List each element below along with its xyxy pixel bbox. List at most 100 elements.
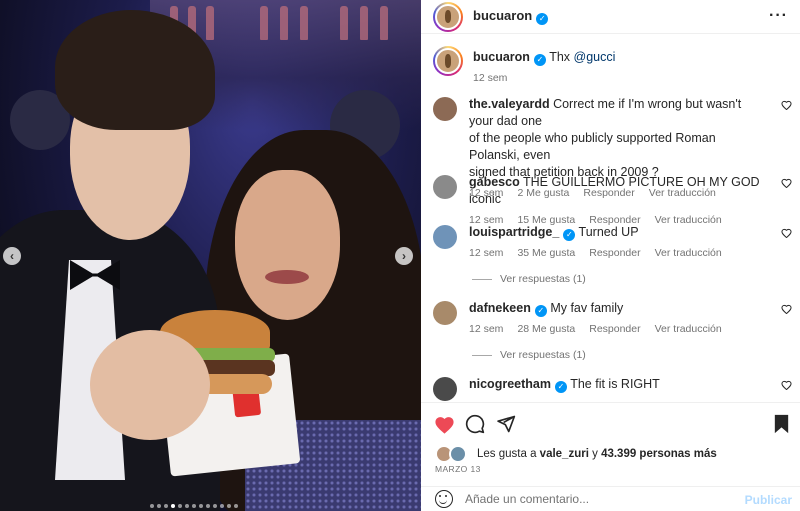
comment-text: of the people who publicly supported Rom… [469,131,716,162]
comment-timestamp: 12 sem [469,247,504,259]
avatar [449,445,467,463]
comment-meta: 12 sem 35 Me gusta Responder Ver traducción [469,247,769,259]
carousel-next-button[interactable]: › [395,247,413,265]
commenter-avatar[interactable] [433,175,457,199]
carousel-dot [220,504,224,508]
bottle [380,6,388,40]
chevron-left-icon: ‹ [10,249,14,263]
comment-meta: 12 sem 28 Me gusta Responder Ver traducción [469,323,769,335]
carousel-dot [192,504,196,508]
bookmark-filled-icon [774,414,788,434]
share-button[interactable] [495,413,517,435]
speech-bubble-icon [465,414,485,434]
carousel-dot [213,504,217,508]
comment-like-heart-icon[interactable] [781,304,793,316]
verified-badge-icon: ✓ [536,13,549,25]
comment-body: gabesco THE GUILLERMO PICTURE OH MY GOD … [469,174,769,226]
caption-mention-link[interactable]: @gucci [574,50,616,64]
comment-likes-link[interactable]: 28 Me gusta [517,323,575,335]
comment-timestamp: 12 sem [469,323,504,335]
view-replies-label: Ver respuestas (1) [500,273,586,285]
author-username[interactable]: bucuaron ✓ [473,8,549,25]
avatar-image [435,3,461,30]
commenter-username[interactable]: louispartridge_ [469,225,559,239]
woman-lips [265,270,309,284]
carousel-dot [206,504,210,508]
bottle [280,6,288,40]
emoji-smile-icon[interactable] [435,490,453,508]
verified-badge-icon: ✓ [534,305,547,317]
bottle [360,6,368,40]
comment-text: Turned UP [578,225,639,239]
likes-count-link[interactable]: 43.399 personas más [601,448,717,460]
likes-connector: y [592,448,598,460]
verified-badge-icon: ✓ [533,54,546,66]
man-hair [55,10,215,130]
comment-body: louispartridge_ ✓ Turned UP 12 sem 35 Me gu… [469,224,769,285]
comment-likes-link[interactable]: 35 Me gusta [517,247,575,259]
caption-timestamp: 12 sem [473,72,508,84]
liker-username-link[interactable]: vale_zuri [540,448,589,460]
commenter-username[interactable]: the.valeyardd [469,97,550,111]
post-photo[interactable]: ‹ › [0,0,421,511]
view-replies-label: Ver respuestas (1) [500,349,586,361]
bottle [340,6,348,40]
carousel-dot [178,504,182,508]
post-caption: bucuaron ✓ Thx @gucci 12 sem [433,46,788,84]
carousel-dot [199,504,203,508]
commenter-username[interactable]: gabesco [469,175,520,189]
replies-divider [472,354,492,356]
more-options-icon[interactable]: ··· [769,7,788,25]
commenter-username[interactable]: nicogreetham [469,377,551,391]
caption-username[interactable]: bucuaron [473,50,530,64]
reply-button[interactable]: Responder [589,247,640,259]
comment-input[interactable] [465,492,725,506]
comment-text: The fit is RIGHT [570,377,660,391]
commenter-avatar[interactable] [433,301,457,325]
translate-button[interactable]: Ver traducción [655,323,722,335]
comment-body: nicogreetham ✓ The fit is RIGHT [469,376,769,401]
avatar-image [435,48,461,74]
post-date: MARZO 13 [435,464,481,474]
view-replies-button[interactable]: Ver respuestas (1) [472,273,769,285]
comment-like-heart-icon[interactable] [781,380,793,392]
comment-item: dafnekeen ✓ My fav family 12 sem 28 Me gust… [433,300,793,361]
like-button[interactable] [433,413,455,435]
carousel-dot [157,504,161,508]
reply-button[interactable]: Responder [589,323,640,335]
likes-text: Les gusta a vale_zuri y 43.399 personas … [477,448,717,460]
translate-button[interactable]: Ver traducción [655,247,722,259]
paper-plane-icon [497,415,516,433]
commenter-avatar[interactable] [433,377,457,401]
post-header: bucuaron ✓ ··· [421,0,800,34]
username-text[interactable]: bucuaron [473,8,532,23]
carousel-dot [164,504,168,508]
verified-badge-icon: ✓ [554,381,567,393]
commenter-avatar[interactable] [433,97,457,121]
caption-body: bucuaron ✓ Thx @gucci 12 sem [473,46,615,84]
carousel-prev-button[interactable]: ‹ [3,247,21,265]
carousel-dot [185,504,189,508]
post-actions [421,402,800,442]
likes-summary[interactable]: Les gusta a vale_zuri y 43.399 personas … [435,445,717,463]
save-button[interactable] [770,413,792,435]
comment-like-heart-icon[interactable] [781,100,793,112]
comment-like-heart-icon[interactable] [781,178,793,190]
comment-item: gabesco THE GUILLERMO PICTURE OH MY GOD … [433,174,793,226]
replies-divider [472,278,492,280]
caption-text: Thx [549,50,571,64]
view-replies-button[interactable]: Ver respuestas (1) [472,349,769,361]
commenter-avatar[interactable] [433,225,457,249]
bottle [300,6,308,40]
post-side-panel: bucuaron ✓ ··· bucuaron ✓ Thx @gucci 12 se… [421,0,800,511]
bottle [260,6,268,40]
comment-button[interactable] [464,413,486,435]
woman-face [235,170,340,320]
comment-item: nicogreetham ✓ The fit is RIGHT [433,376,793,401]
commenter-username[interactable]: dafnekeen [469,301,531,315]
author-avatar[interactable] [433,1,463,32]
comment-like-heart-icon[interactable] [781,228,793,240]
publish-button[interactable]: Publicar [745,493,792,507]
carousel-dot [171,504,175,508]
caption-avatar[interactable] [433,46,463,76]
